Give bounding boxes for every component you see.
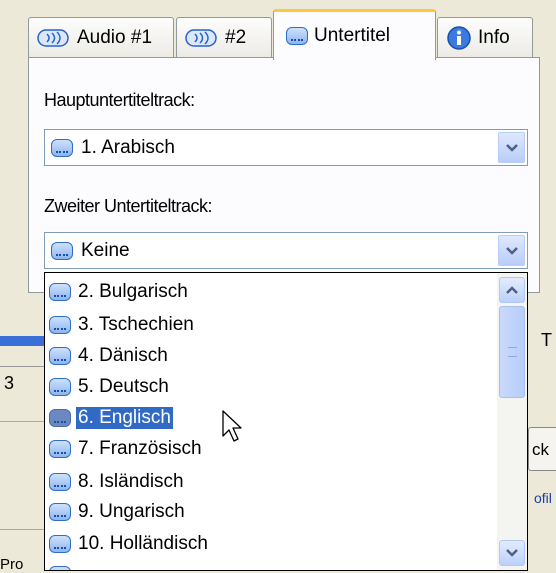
background-line — [0, 366, 44, 367]
subtitle-icon — [49, 347, 71, 365]
info-icon — [447, 25, 471, 50]
scroll-thumb[interactable] — [499, 306, 525, 398]
background-text-right-ck: ck — [532, 440, 549, 459]
dropdown-button[interactable] — [498, 132, 525, 163]
list-item[interactable]: 3. Tschechien — [49, 312, 196, 338]
subtitle-icon — [49, 440, 71, 458]
subtitle-icon — [49, 473, 71, 491]
background-text-bottom-left: Pro — [0, 556, 24, 573]
background-text-right-t: T — [541, 330, 552, 350]
list-item[interactable]: 2. Bulgarisch — [49, 279, 190, 305]
tab-label: Audio #1 — [77, 26, 153, 48]
list-item[interactable]: 5. Deutsch — [49, 374, 171, 400]
background-link-right[interactable]: ofil — [534, 490, 552, 506]
subtitle-icon — [49, 503, 71, 521]
list-item-selected[interactable]: 6. Englisch — [49, 405, 174, 431]
list-item-label: 8. Isländisch — [78, 471, 184, 492]
tab-label: #2 — [225, 26, 247, 48]
list-item[interactable]: 8. Isländisch — [49, 469, 186, 495]
subtitle-icon — [51, 241, 73, 260]
scroll-up-button[interactable] — [499, 277, 525, 303]
tab-label: Untertitel — [314, 25, 391, 46]
secondary-track-dropdown-list: 2. Bulgarisch 3. Tschechien 4. Dänisch 5… — [44, 272, 528, 571]
background-line — [0, 529, 44, 530]
list-item-label: 6. Englisch — [75, 406, 174, 430]
secondary-track-select[interactable]: Keine — [44, 232, 528, 269]
list-item[interactable]: 7. Französisch — [49, 436, 204, 462]
subtitle-icon — [286, 27, 308, 45]
chevron-up-icon — [506, 286, 518, 294]
tab-audio-2[interactable]: #2 — [176, 17, 272, 57]
subtitle-icon — [51, 138, 73, 157]
chevron-down-icon — [505, 246, 518, 255]
mouse-cursor-icon — [222, 410, 242, 442]
list-item-label: 3. Tschechien — [78, 314, 194, 335]
list-item-label: 9. Ungarisch — [78, 501, 185, 522]
secondary-track-value: Keine — [81, 239, 130, 261]
audio-track-icon — [185, 28, 217, 47]
subtitle-icon — [49, 283, 71, 301]
dropdown-button[interactable] — [498, 235, 525, 266]
tab-info[interactable]: Info — [437, 17, 533, 57]
audio-track-icon — [37, 28, 69, 47]
background-text-left: 3 — [4, 373, 15, 393]
secondary-track-label: Zweiter Untertiteltrack: — [44, 196, 213, 216]
list-item-label: 4. Dänisch — [78, 345, 168, 366]
tab-audio-1[interactable]: Audio #1 — [28, 17, 174, 57]
tab-subtitles[interactable]: Untertitel — [273, 9, 436, 60]
list-item[interactable]: 9. Ungarisch — [49, 499, 187, 525]
list-item[interactable]: 10. Holländisch — [49, 531, 210, 557]
list-item-label: 5. Deutsch — [78, 376, 169, 397]
subtitle-icon — [49, 316, 71, 334]
subtitle-icon — [49, 535, 71, 553]
tab-label: Info — [478, 26, 510, 48]
list-item-label: 10. Holländisch — [78, 533, 208, 554]
primary-track-select[interactable]: 1. Arabisch — [44, 129, 528, 166]
subtitle-icon — [49, 378, 71, 396]
primary-track-label: Hauptuntertiteltrack: — [44, 90, 195, 110]
chevron-down-icon — [505, 143, 518, 152]
subtitle-icon — [49, 566, 71, 570]
list-item[interactable]: 4. Dänisch — [49, 343, 170, 369]
scroll-down-button[interactable] — [499, 540, 525, 566]
background-line — [0, 421, 44, 422]
background-blue-bar — [0, 336, 44, 346]
primary-track-value: 1. Arabisch — [81, 136, 175, 158]
subtitle-icon — [49, 409, 71, 427]
list-item-label: 7. Französisch — [78, 438, 202, 459]
list-item-partial[interactable] — [49, 562, 71, 570]
dropdown-scrollbar[interactable] — [497, 273, 527, 570]
chevron-down-icon — [506, 549, 518, 557]
list-item-label: 2. Bulgarisch — [78, 281, 188, 302]
